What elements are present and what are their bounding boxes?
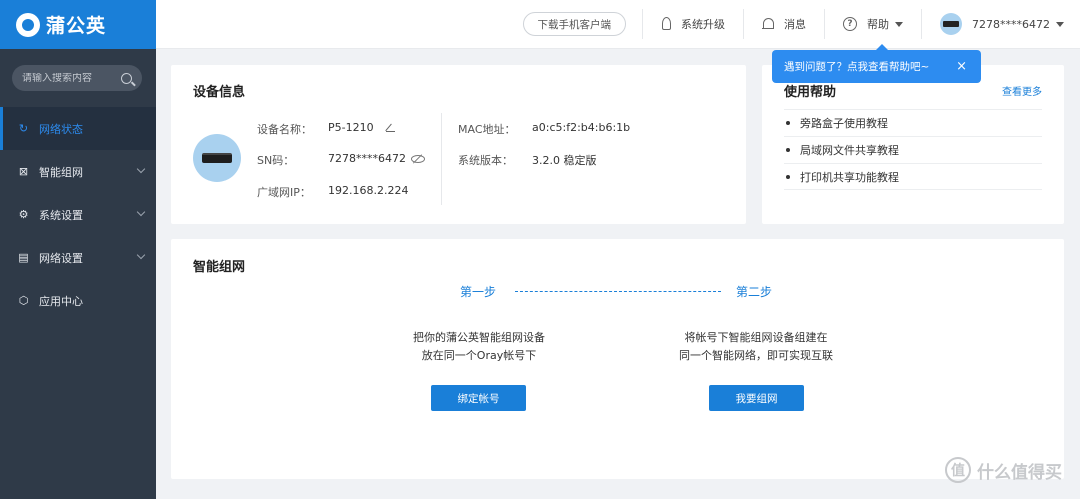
chevron-down-icon [136, 207, 146, 217]
sidebar-item-label: 应用中心 [39, 294, 83, 308]
help-link-bypass[interactable]: 旁路盒子使用教程 [784, 109, 1042, 136]
sidebar-nav: ↻ 网络状态 ⊠ 智能组网 ⚙ 系统设置 ▤ 网络设置 ⬡ 应用中心 [0, 107, 156, 322]
search-box [12, 65, 142, 91]
help-tooltip[interactable]: 遇到问题了？点我查看帮助吧~ × [772, 44, 981, 83]
network-icon: ⊠ [18, 165, 29, 178]
sidebar-item-network-settings[interactable]: ▤ 网络设置 [0, 236, 156, 279]
help-card: 使用帮助 查看更多 旁路盒子使用教程 局域网文件共享教程 打印机共享功能教程 [762, 65, 1064, 224]
logo[interactable]: 蒲公英 [0, 0, 156, 49]
eye-hidden-icon[interactable] [411, 155, 425, 163]
help-icon: ? [843, 17, 857, 31]
help-label: 帮助 [867, 18, 889, 31]
system-upgrade-label: 系统升级 [681, 18, 725, 31]
caret-down-icon [1056, 21, 1064, 27]
step1-line2: 放在同一个Oray帐号下 [421, 349, 537, 362]
step2-line2: 同一个智能网络，即可实现互联 [679, 349, 833, 362]
device-image [193, 134, 241, 182]
step-connector [515, 291, 721, 292]
sidebar-item-smart-network[interactable]: ⊠ 智能组网 [0, 150, 156, 193]
sidebar-item-label: 网络状态 [39, 122, 83, 136]
device-info-title: 设备信息 [193, 85, 246, 100]
watermark-logo: 值 [945, 457, 971, 483]
search-input[interactable] [22, 72, 121, 84]
wan-ip-value: 192.168.2.224 [328, 184, 409, 197]
device-name-key: 设备名称： [257, 123, 312, 136]
chevron-down-icon [136, 164, 146, 174]
caret-down-icon [895, 21, 903, 27]
mac-value: a0:c5:f2:b4:b6:1b [532, 121, 631, 134]
help-menu-button[interactable]: ? 帮助 [825, 16, 921, 32]
top-header: 下载手机客户端 系统升级 消息 ? 帮助 7278****6472 [156, 0, 1080, 49]
messages-label: 消息 [784, 18, 806, 31]
sidebar: 蒲公英 ↻ 网络状态 ⊠ 智能组网 ⚙ 系统设置 ▤ 网络设置 ⬡ 应用中心 [0, 0, 156, 499]
search-icon[interactable] [121, 72, 132, 84]
sidebar-item-label: 网络设置 [39, 251, 83, 265]
device-info-card: 设备信息 设备名称： P5-1210 SN码： 7278****6472 广域网… [171, 65, 746, 224]
help-list: 旁路盒子使用教程 局域网文件共享教程 打印机共享功能教程 [784, 109, 1042, 190]
help-card-title: 使用帮助 [784, 85, 837, 100]
sn-value: 7278****6472 [328, 152, 406, 165]
system-upgrade-button[interactable]: 系统升级 [643, 16, 743, 32]
sidebar-item-app-center[interactable]: ⬡ 应用中心 [0, 279, 156, 322]
sidebar-item-system-settings[interactable]: ⚙ 系统设置 [0, 193, 156, 236]
avatar [940, 13, 962, 35]
view-more-link[interactable]: 查看更多 [1002, 83, 1042, 98]
logo-text: 蒲公英 [46, 15, 107, 37]
refresh-icon: ↻ [18, 122, 29, 135]
step2-label: 第二步 [736, 285, 773, 299]
help-link-file-share[interactable]: 局域网文件共享教程 [784, 136, 1042, 163]
step1-description: 把你的蒲公英智能组网设备 放在同一个Oray帐号下 [364, 329, 594, 365]
document-icon: ▤ [18, 251, 29, 264]
messages-button[interactable]: 消息 [744, 16, 824, 32]
version-value: 3.2.0 稳定版 [532, 154, 597, 167]
cube-icon: ⬡ [18, 294, 29, 307]
step2-description: 将帐号下智能组网设备组建在 同一个智能网络，即可实现互联 [641, 329, 871, 365]
sn-key: SN码： [257, 154, 295, 167]
watermark-text: 什么值得买 [977, 462, 1062, 483]
account-label: 7278****6472 [972, 17, 1050, 31]
step1-label: 第一步 [460, 285, 497, 299]
mac-key: MAC地址： [458, 123, 516, 136]
create-network-button[interactable]: 我要组网 [709, 385, 804, 411]
divider [441, 113, 442, 205]
wan-ip-key: 广域网IP： [257, 186, 311, 199]
device-name-value: P5-1210 [328, 121, 374, 134]
help-link-printer-share[interactable]: 打印机共享功能教程 [784, 163, 1042, 190]
account-menu-button[interactable]: 7278****6472 [922, 13, 1080, 35]
sidebar-item-label: 系统设置 [39, 208, 83, 222]
sidebar-item-label: 智能组网 [39, 165, 83, 179]
smart-network-card: 智能组网 第一步 第二步 把你的蒲公英智能组网设备 放在同一个Oray帐号下 将… [171, 239, 1064, 479]
tooltip-text: 遇到问题了？点我查看帮助吧~ [784, 61, 930, 73]
logo-icon [16, 12, 40, 37]
version-key: 系统版本： [458, 154, 513, 167]
watermark: 值 什么值得买 [945, 457, 1062, 483]
rocket-icon [661, 17, 671, 31]
chevron-down-icon [136, 250, 146, 260]
step1-line1: 把你的蒲公英智能组网设备 [413, 331, 545, 344]
gear-icon: ⚙ [18, 208, 29, 221]
step2-line1: 将帐号下智能组网设备组建在 [684, 331, 828, 344]
bind-account-button[interactable]: 绑定帐号 [431, 385, 526, 411]
sidebar-item-network-status[interactable]: ↻ 网络状态 [0, 107, 156, 150]
edit-icon[interactable] [386, 123, 395, 132]
smart-network-title: 智能组网 [193, 260, 246, 275]
bell-icon [762, 17, 774, 31]
download-app-button[interactable]: 下载手机客户端 [522, 12, 626, 36]
close-icon[interactable]: × [956, 59, 967, 74]
